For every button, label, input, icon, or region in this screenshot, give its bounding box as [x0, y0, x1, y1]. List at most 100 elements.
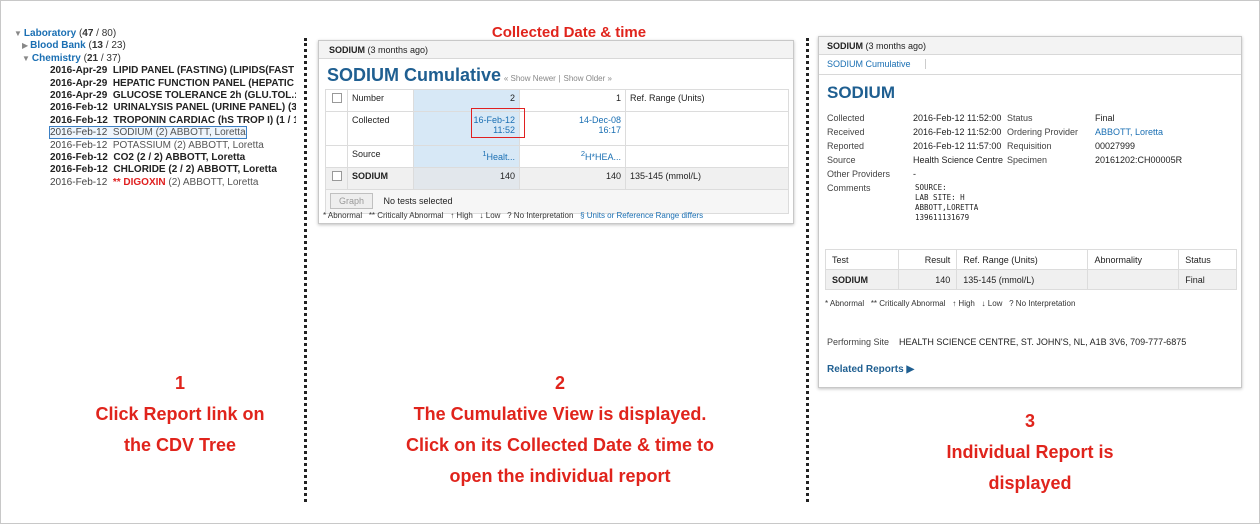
result-value: 140 [898, 269, 958, 290]
selection-status: No tests selected [383, 196, 453, 206]
legend-item: ** Critically Abnormal [368, 211, 444, 220]
result-value: 140 [413, 167, 520, 190]
tree-report-item[interactable]: 2016-Feb-12 URINALYSIS PANEL (URINE PANE… [14, 102, 296, 114]
cumulative-view-panel: SODIUM (3 months ago) SODIUM Cumulative … [318, 40, 794, 224]
tree-report-item[interactable]: 2016-Apr-29 GLUCOSE TOLERANCE 2h (GLU.TO… [14, 90, 296, 102]
header-test-name: SODIUM [329, 45, 365, 55]
caption-line: 1 [174, 373, 185, 393]
legend-item: § Units or Reference Range differs [580, 211, 704, 220]
tree-report-item[interactable]: 2016-Feb-12 CO2 (2 / 2) ABBOTT, Loretta [14, 152, 296, 164]
tree-report-item[interactable]: 2016-Feb-12 ** DIGOXIN (2) ABBOTT, Loret… [14, 177, 296, 189]
detail-value: 2016-Feb-12 11:57:00 [913, 141, 1002, 151]
select-all-checkbox[interactable] [331, 93, 342, 103]
report-link[interactable]: CHLORIDE (2 / 2) ABBOTT, Loretta [113, 164, 277, 175]
caption-line: 2 [554, 373, 565, 393]
column-number: 1 [519, 89, 626, 112]
legend-item: ** Critically Abnormal [870, 299, 946, 308]
column-header: Ref. Range (Units) [956, 249, 1089, 270]
show-older-link[interactable]: Show Older » [563, 74, 611, 83]
collected-time-link[interactable]: 16:17 [598, 125, 621, 135]
report-date: 2016-Feb-12 [50, 176, 108, 188]
report-date: 2016-Feb-12 [50, 164, 108, 176]
detail-key: Other Providers [827, 169, 891, 179]
report-link[interactable]: LIPID PANEL (FASTING) (LIPIDS(FAST [113, 65, 294, 76]
report-date: 2016-Apr-29 [50, 77, 108, 89]
tree-label[interactable]: Chemistry [32, 53, 81, 64]
legend-item: * Abnormal [323, 211, 363, 220]
graph-bar: Graph No tests selected [325, 189, 789, 214]
ref-range-header: Ref. Range (Units) [625, 89, 789, 112]
legend-item: ? No Interpretation [507, 211, 574, 220]
report-link[interactable]: SODIUM (2) ABBOTT, Loretta [113, 127, 246, 138]
comments-label: Comments [827, 183, 871, 193]
ref-range: 135-145 (mmol/L) [956, 269, 1089, 290]
tree-report-item[interactable]: 2016-Feb-12 TROPONIN CARDIAC (hS TROP I)… [14, 115, 296, 127]
show-newer-link[interactable]: « Show Newer [504, 74, 556, 83]
report-details-left: Collected 2016-Feb-12 11:52:00 Received 201… [827, 111, 1017, 181]
caption-line: Click on its Collected Date & time to [405, 435, 715, 455]
column-header: Status [1178, 249, 1237, 270]
tree-report-item[interactable]: 2016-Apr-29 HEPATIC FUNCTION PANEL (HEPA… [14, 78, 296, 90]
tree-report-item[interactable]: 2016-Apr-29 LIPID PANEL (FASTING) (LIPID… [14, 65, 296, 77]
tree-label[interactable]: Blood Bank [30, 40, 86, 51]
report-date: 2016-Apr-29 [50, 89, 108, 101]
tree-report-item[interactable]: 2016-Feb-12 POTASSIUM (2) ABBOTT, Lorett… [14, 140, 296, 152]
report-link[interactable]: POTASSIUM (2) ABBOTT, Loretta [113, 140, 264, 151]
detail-value[interactable]: ABBOTT, Loretta [1095, 127, 1163, 137]
column-header: Result [898, 249, 958, 270]
report-link[interactable]: CO2 (2 / 2) ABBOTT, Loretta [113, 152, 245, 163]
source-link[interactable]: Healt... [486, 152, 515, 162]
performing-site-label: Performing Site [827, 337, 890, 347]
report-link[interactable]: URINALYSIS PANEL (URINE PANEL) (3 [113, 102, 296, 113]
legend-item: ↑ High [952, 299, 975, 308]
critical-flag[interactable]: ** DIGOXIN [113, 177, 166, 188]
legend-item: ↓ Low [479, 211, 501, 220]
expanded-triangle-icon[interactable]: ▼ [14, 29, 22, 38]
caption-step-2: 2 The Cumulative View is displayed. Clic… [330, 368, 790, 492]
tree-count-total: 37 [106, 52, 118, 64]
collected-date-link[interactable]: 14-Dec-08 [579, 115, 621, 125]
detail-row: Specimen 20161202:CH00005R [1007, 153, 1237, 167]
tree-report-item[interactable]: 2016-Feb-12 SODIUM (2) ABBOTT, Loretta [14, 126, 296, 140]
test-name: SODIUM [824, 269, 900, 290]
detail-key: Ordering Provider [1007, 127, 1079, 137]
report-title: SODIUM [827, 83, 895, 102]
report-link[interactable]: TROPONIN CARDIAC (hS TROP I) (1 / 1 [113, 115, 296, 126]
detail-row: Other Providers - [827, 167, 1017, 181]
source-link[interactable]: H*HEA... [585, 152, 621, 162]
collapsed-triangle-icon[interactable]: ▶ [22, 41, 28, 50]
individual-report-panel: SODIUM (3 months ago) SODIUM Cumulative … [818, 36, 1242, 388]
breadcrumb: SODIUM Cumulative [819, 55, 1241, 75]
result-value: 140 [519, 167, 626, 190]
detail-key: Received [827, 127, 865, 137]
tree-label[interactable]: Laboratory [24, 28, 76, 39]
panel-header: SODIUM (3 months ago) [819, 37, 1241, 55]
tree-count: 21 [86, 52, 99, 64]
expanded-triangle-icon[interactable]: ▼ [22, 54, 30, 63]
detail-key: Reported [827, 141, 865, 151]
tree-node-blood-bank[interactable]: ▶ Blood Bank (13 / 23) [14, 40, 296, 52]
header-age: (3 months ago) [865, 41, 927, 51]
graph-button[interactable]: Graph [330, 193, 374, 209]
report-date: 2016-Feb-12 [50, 114, 108, 126]
tree-node-chemistry[interactable]: ▼ Chemistry (21 / 37) [14, 53, 296, 65]
breadcrumb-cumulative-link[interactable]: SODIUM Cumulative [827, 59, 926, 69]
caption-line: displayed [988, 473, 1072, 493]
related-reports-link[interactable]: Related Reports ▶ [827, 364, 914, 375]
legend: * Abnormal ** Critically Abnormal ↑ High… [323, 211, 703, 220]
cumulative-title: SODIUM Cumulative [327, 65, 502, 85]
report-link[interactable]: (2) ABBOTT, Loretta [168, 177, 258, 188]
report-date: 2016-Feb-12 [50, 139, 108, 151]
report-link[interactable]: HEPATIC FUNCTION PANEL (HEPATIC [113, 78, 294, 89]
tree-node-laboratory[interactable]: ▼ Laboratory (47 / 80) [14, 28, 296, 40]
tree-count: 47 [82, 28, 94, 39]
report-link[interactable]: GLUCOSE TOLERANCE 2h (GLU.TOL.: [113, 90, 296, 101]
caption-line: the CDV Tree [123, 435, 237, 455]
tree-report-item[interactable]: 2016-Feb-12 CHLORIDE (2 / 2) ABBOTT, Lor… [14, 164, 296, 176]
detail-key: Source [827, 155, 856, 165]
detail-value: Final [1095, 113, 1115, 123]
table-row: SODIUM 140 140 135-145 (mmol/L) [325, 167, 789, 190]
row-checkbox[interactable] [331, 171, 342, 181]
report-date: 2016-Apr-29 [50, 65, 108, 77]
legend-item: ? No Interpretation [1009, 299, 1076, 308]
